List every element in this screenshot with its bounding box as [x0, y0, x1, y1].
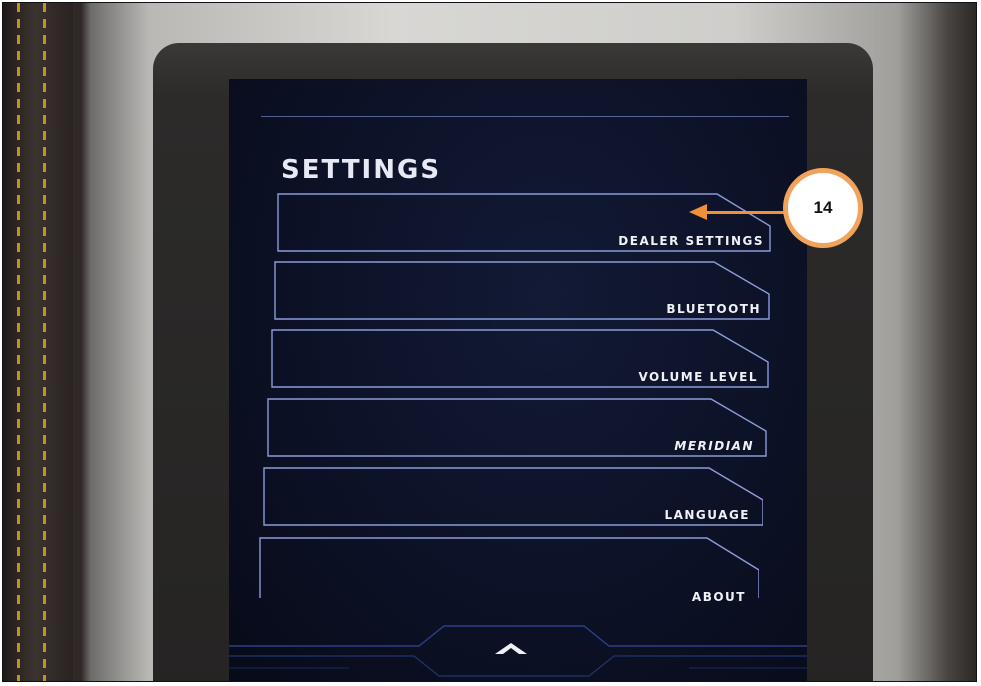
callout-number-badge: 14 — [783, 168, 863, 248]
photo-frame: SETTINGS DEALER SETTINGS BLUETOOTH VOLUM… — [2, 2, 977, 682]
menu-item-language[interactable]: LANGUAGE — [263, 466, 763, 526]
menu-item-label: ABOUT — [691, 590, 746, 604]
menu-item-bluetooth[interactable]: BLUETOOTH — [274, 260, 771, 320]
menu-item-label: MERIDIAN — [674, 439, 754, 453]
annotation-arrow-head — [689, 204, 707, 220]
page-title: SETTINGS — [281, 155, 442, 185]
menu-item-meridian[interactable]: MERIDIAN — [267, 397, 767, 457]
menu-item-volume-level[interactable]: VOLUME LEVEL — [271, 328, 769, 388]
footer-nav — [229, 616, 807, 681]
header-divider — [261, 116, 789, 117]
menu-item-label: DEALER SETTINGS — [618, 234, 764, 248]
menu-item-label: VOLUME LEVEL — [638, 370, 758, 384]
infotainment-screen: SETTINGS DEALER SETTINGS BLUETOOTH VOLUM… — [229, 79, 807, 681]
stitching-left — [17, 3, 20, 681]
menu-item-dealer-settings[interactable]: DEALER SETTINGS — [277, 192, 774, 252]
annotation-arrow-line — [705, 211, 787, 214]
menu-item-label: LANGUAGE — [664, 508, 750, 522]
menu-item-about[interactable]: ABOUT — [259, 536, 759, 604]
menu-item-outline — [259, 537, 759, 598]
menu-item-label: BLUETOOTH — [666, 302, 761, 316]
stitching-right — [43, 3, 46, 681]
leather-trim — [3, 3, 73, 681]
chevron-up-icon[interactable] — [491, 638, 531, 658]
